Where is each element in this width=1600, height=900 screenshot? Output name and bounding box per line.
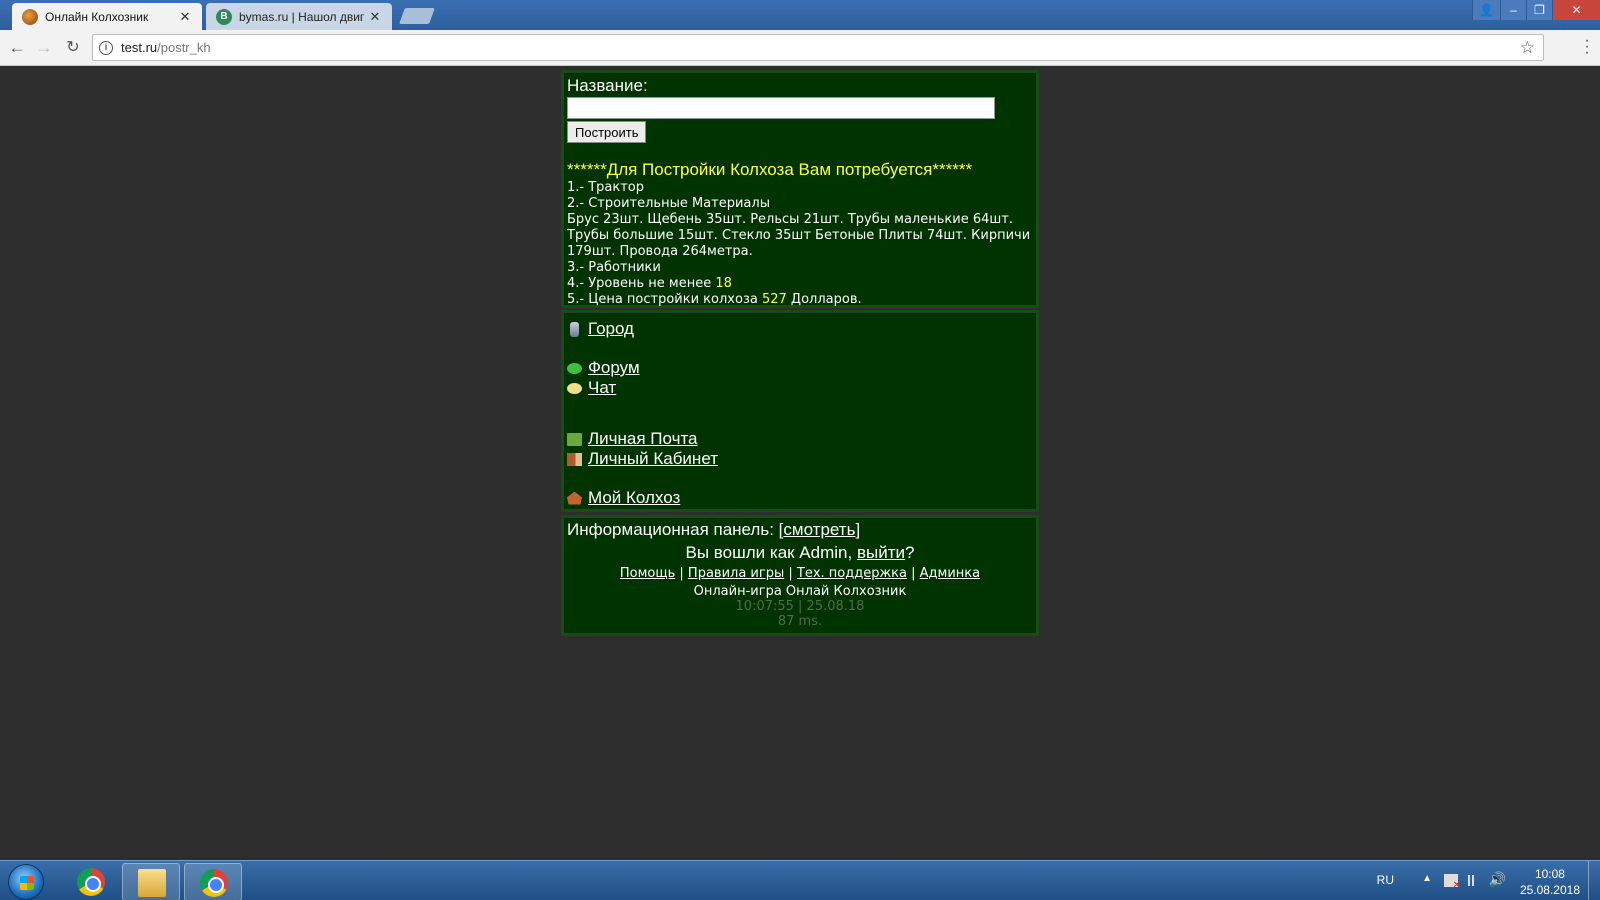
forum-icon <box>567 362 582 374</box>
server-time: 10:07:55 | 25.08.18 <box>735 599 865 614</box>
bookmark-star-icon[interactable]: ☆ <box>1520 38 1535 58</box>
reload-icon[interactable]: ↻ <box>62 37 84 59</box>
footer-links: Помощь | Правила игры | Тех. поддержка |… <box>619 566 981 581</box>
door-icon <box>567 452 582 466</box>
logout-link[interactable]: выйти <box>857 543 905 562</box>
taskbar-explorer[interactable] <box>122 863 180 900</box>
requirement-level: 4.- Уровень не менее 18 <box>567 276 732 291</box>
login-status: Вы вошли как Admin, выйти? <box>685 543 915 562</box>
chrome-icon <box>77 868 105 896</box>
action-center-flag-icon[interactable] <box>1444 874 1461 891</box>
browser-titlebar: Онлайн Колхозник ✕ B bymas.ru | Нашол дв… <box>0 0 1600 30</box>
chrome-icon <box>200 869 228 897</box>
user-icon[interactable]: 👤 <box>1472 0 1500 20</box>
clock-date: 25.08.2018 <box>1519 883 1580 897</box>
taskbar-chrome-active[interactable] <box>184 863 242 900</box>
name-input[interactable] <box>567 97 995 119</box>
menu-item-forum: Форум <box>567 358 1033 378</box>
clock[interactable]: 10:08 25.08.2018 <box>1520 866 1580 898</box>
requirement-price: 5.- Цена постройки колхоза 527 Долларов. <box>567 292 862 307</box>
new-tab-button[interactable] <box>399 8 435 24</box>
address-bar[interactable]: i test.ru/postr_kh ☆ <box>92 34 1544 61</box>
support-link[interactable]: Тех. поддержка <box>797 566 907 581</box>
minimize-button[interactable]: – <box>1500 0 1526 20</box>
window-close-button[interactable]: ✕ <box>1552 0 1600 20</box>
help-link[interactable]: Помощь <box>620 566 675 581</box>
folder-icon <box>138 869 166 897</box>
forward-arrow-icon[interactable]: → <box>33 37 55 59</box>
mail-link[interactable]: Личная Почта <box>588 429 698 449</box>
window-controls: 👤 – ❐ ✕ <box>1472 0 1600 20</box>
menu-dots-icon[interactable]: · · · <box>1584 33 1590 61</box>
tab-online-kolkhoznik[interactable]: Онлайн Колхозник ✕ <box>12 3 202 30</box>
tab-bymas[interactable]: B bymas.ru | Нашол двиг ... ✕ <box>206 3 392 30</box>
requirements-list: 1.- Трактор 2.- Строительные Материалы Б… <box>567 180 1033 308</box>
city-link[interactable]: Город <box>588 319 634 339</box>
bymas-favicon-icon: B <box>216 8 232 25</box>
info-icon[interactable]: i <box>99 40 113 55</box>
menu-item-chat: Чат <box>567 378 1033 398</box>
site-name: Онлайн-игра Онлай Колхозник <box>693 584 907 599</box>
info-panel-line: Информационная панель: [смотреть] <box>567 520 861 539</box>
language-indicator[interactable]: RU <box>1377 873 1394 887</box>
requirements-title: ******Для Постройки Колхоза Вам потребуе… <box>567 160 973 179</box>
menu-item-cabinet: Личный Кабинет <box>567 449 1033 469</box>
requirement-workers: 3.- Работники <box>567 260 661 275</box>
volume-icon[interactable]: 🔊 <box>1489 871 1506 888</box>
menu-item-mail: Личная Почта <box>567 429 1033 449</box>
navigation-menu-panel: Город Форум Чат Личная Почта Личный Каби… <box>561 310 1039 512</box>
house-icon <box>567 491 582 505</box>
admin-link[interactable]: Админка <box>920 566 980 581</box>
taskbar-chrome-pinned[interactable] <box>62 863 120 900</box>
materials-list: Брус 23шт. Щебень 35шт. Рельсы 21шт. Тру… <box>567 212 1031 259</box>
requirement-tractor: 1.- Трактор <box>567 180 645 195</box>
info-footer-panel: Информационная панель: [смотреть] Вы вош… <box>561 515 1039 636</box>
show-desktop-button[interactable] <box>1588 861 1600 900</box>
forum-link[interactable]: Форум <box>588 358 640 378</box>
page-load-time: 87 ms. <box>777 614 823 629</box>
restore-button[interactable]: ❐ <box>1526 0 1552 20</box>
url-path: /postr_kh <box>157 40 211 55</box>
mail-icon <box>567 432 582 446</box>
back-arrow-icon[interactable]: ← <box>6 37 28 59</box>
start-button[interactable] <box>8 864 44 900</box>
level-value: 18 <box>715 276 732 291</box>
tray-expand-icon[interactable]: ▲ <box>1422 873 1432 884</box>
chat-link[interactable]: Чат <box>588 378 616 398</box>
price-value: 527 <box>761 292 787 307</box>
clock-time: 10:08 <box>1534 867 1565 881</box>
menu-item-city: Город <box>567 319 1033 339</box>
rules-link[interactable]: Правила игры <box>688 566 784 581</box>
name-label: Название: <box>567 76 648 95</box>
tab-title: Онлайн Колхозник <box>45 9 149 24</box>
close-icon[interactable]: ✕ <box>368 9 382 25</box>
menu-item-kolhoz: Мой Колхоз <box>567 488 1033 508</box>
city-icon <box>570 321 579 337</box>
build-kolkhoz-panel: Название: Построить ******Для Постройки … <box>561 70 1039 308</box>
url-host: test.ru <box>121 40 158 55</box>
browser-toolbar: ← → ↻ i test.ru/postr_kh ☆ · · · <box>0 30 1600 66</box>
cabinet-link[interactable]: Личный Кабинет <box>588 449 718 469</box>
build-button[interactable]: Построить <box>567 121 647 143</box>
network-icon[interactable] <box>1468 875 1482 886</box>
kolhoz-link[interactable]: Мой Колхоз <box>588 488 680 508</box>
chat-bubble-icon <box>567 382 582 394</box>
close-icon[interactable]: ✕ <box>178 9 192 25</box>
view-info-link[interactable]: смотреть <box>783 520 855 539</box>
requirement-materials: 2.- Строительные Материалы <box>567 196 770 211</box>
windows-taskbar: RU ▲ 🔊 10:08 25.08.2018 <box>0 860 1600 900</box>
kolkhoz-favicon-icon <box>22 8 38 25</box>
tab-title: bymas.ru | Нашол двиг ... <box>239 9 368 24</box>
